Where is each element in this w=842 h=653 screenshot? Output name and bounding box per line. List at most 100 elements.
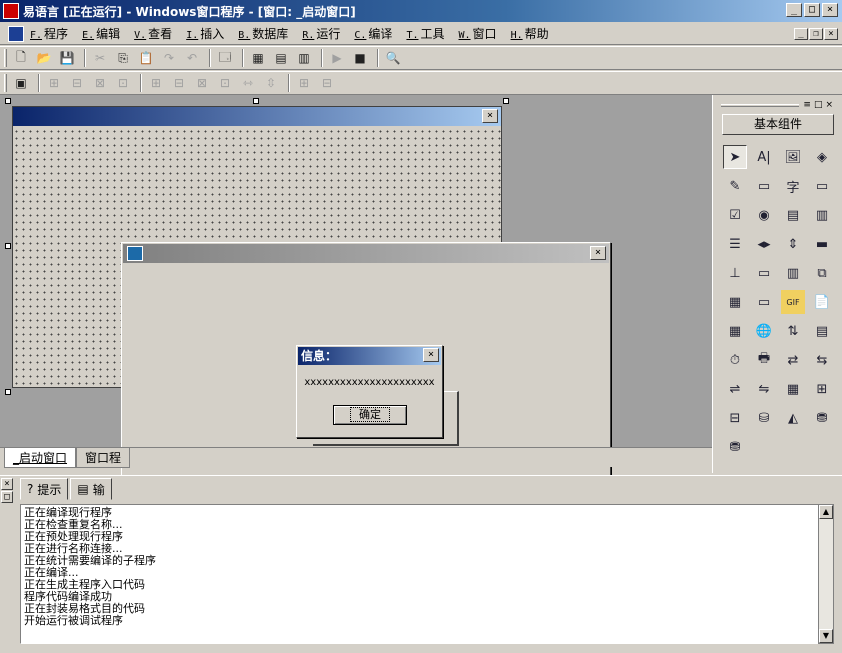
menu-edit[interactable]: E. 编辑 — [82, 25, 120, 42]
paste-icon[interactable]: 📋 — [136, 48, 156, 68]
layout3-icon[interactable]: ▥ — [294, 48, 314, 68]
app-icon[interactable] — [3, 3, 19, 19]
server-icon[interactable]: ⇋ — [752, 377, 776, 401]
text-icon[interactable]: 字 — [781, 174, 805, 198]
hscroll-icon[interactable]: ◂▸ — [752, 232, 776, 256]
align-top-icon[interactable]: ⊠ — [90, 73, 110, 93]
spin-icon[interactable]: ⇅ — [781, 319, 805, 343]
menu-tools[interactable]: T. 工具 — [406, 25, 444, 42]
tree-icon[interactable]: ⊞ — [810, 377, 834, 401]
output-scrollbar[interactable]: ▲ ▼ — [818, 504, 834, 644]
message-box-close-button[interactable]: × — [423, 348, 439, 362]
calendar-icon[interactable]: ▦ — [723, 290, 747, 314]
properties-icon[interactable]: ▣ — [11, 73, 31, 93]
gif-icon[interactable]: GIF — [781, 290, 805, 314]
progress-icon[interactable]: ▬ — [810, 232, 834, 256]
vscroll-icon[interactable]: ⇕ — [781, 232, 805, 256]
preview-icon[interactable]: 🗔 — [215, 48, 235, 68]
printer-icon[interactable]: 🖶 — [752, 348, 776, 372]
shape-icon[interactable]: ◈ — [810, 145, 834, 169]
find-icon[interactable]: 🔍 — [383, 48, 403, 68]
picture-icon[interactable]: 🖼 — [781, 145, 805, 169]
resize-handle[interactable] — [5, 243, 11, 249]
odbc-icon[interactable]: ⛃ — [810, 406, 834, 430]
mdi-close-button[interactable]: × — [824, 28, 838, 40]
document-icon[interactable]: 📄 — [810, 290, 834, 314]
globe-icon[interactable]: 🌐 — [752, 319, 776, 343]
undo-icon[interactable]: ↶ — [182, 48, 202, 68]
minimize-button[interactable]: _ — [786, 3, 802, 17]
tabs-icon[interactable]: ▭ — [752, 261, 776, 285]
network-icon[interactable]: ⇄ — [781, 348, 805, 372]
running-window-close-button[interactable]: × — [590, 246, 606, 260]
ok-button[interactable]: 确定 — [333, 405, 407, 425]
open-folder-icon[interactable]: 📂 — [34, 48, 54, 68]
db-icon[interactable]: ⛁ — [752, 406, 776, 430]
mdi-minimize-button[interactable]: _ — [794, 28, 808, 40]
button-icon[interactable]: ▭ — [810, 174, 834, 198]
new-file-icon[interactable]: 🗋 — [11, 48, 31, 68]
space-v-icon[interactable]: ⊡ — [215, 73, 235, 93]
output-text[interactable]: 正在编译现行程序 正在检查重复名称... 正在预处理现行程序 正在进行名称连接.… — [20, 504, 820, 644]
resize-handle[interactable] — [503, 98, 509, 104]
panel-menu-icon[interactable]: ≡ — [803, 100, 811, 110]
run-icon[interactable]: ▶ — [327, 48, 347, 68]
resize-handle[interactable] — [253, 98, 259, 104]
radio-icon[interactable]: ◉ — [752, 203, 776, 227]
db-tree-icon[interactable]: ⊟ — [723, 406, 747, 430]
layout2-icon[interactable]: ▤ — [271, 48, 291, 68]
checkbox-icon[interactable]: ☑ — [723, 203, 747, 227]
menu-view[interactable]: V. 查看 — [134, 25, 172, 42]
table-icon[interactable]: ▦ — [781, 377, 805, 401]
align-bottom-icon[interactable]: ⊡ — [113, 73, 133, 93]
timer-window-icon[interactable]: ⧉ — [810, 261, 834, 285]
form-close-button[interactable]: × — [482, 109, 498, 123]
stop-icon[interactable]: ■ — [350, 48, 370, 68]
slider-icon[interactable]: ⊥ — [723, 261, 747, 285]
menu-help[interactable]: H. 帮助 — [511, 25, 549, 42]
output-close-button[interactable]: × — [1, 478, 13, 490]
clock-icon[interactable]: ⏱ — [723, 348, 747, 372]
toolbar-icon[interactable]: ▥ — [781, 261, 805, 285]
components-panel-title[interactable]: 基本组件 — [722, 114, 834, 135]
document-icon[interactable] — [8, 25, 24, 42]
edit-icon[interactable]: ✎ — [723, 174, 747, 198]
distribute-v-icon[interactable]: ⇳ — [261, 73, 281, 93]
center-h-icon[interactable]: ⊞ — [146, 73, 166, 93]
listbox-icon[interactable]: ▥ — [810, 203, 834, 227]
resize-handle[interactable] — [5, 389, 11, 395]
redo-icon[interactable]: ↷ — [159, 48, 179, 68]
save-icon[interactable]: 💾 — [57, 48, 77, 68]
tab-hints[interactable]: ? 提示 — [20, 478, 69, 500]
label-icon[interactable]: A| — [752, 145, 776, 169]
maximize-button[interactable]: □ — [804, 3, 820, 17]
scroll-down-button[interactable]: ▼ — [819, 629, 833, 643]
layout1-icon[interactable]: ▦ — [248, 48, 268, 68]
grid-icon[interactable]: ▤ — [810, 319, 834, 343]
chart-icon[interactable]: ◭ — [781, 406, 805, 430]
odbc2-icon[interactable]: ⛃ — [723, 435, 747, 459]
menu-run[interactable]: R. 运行 — [302, 25, 340, 42]
menu-compile[interactable]: C. 编译 — [354, 25, 392, 42]
space-h-icon[interactable]: ⊠ — [192, 73, 212, 93]
menu-program[interactable]: F. 程序 — [30, 25, 68, 42]
tab-output[interactable]: ▤ 输 — [70, 478, 112, 500]
toolbar-grip[interactable] — [4, 49, 7, 67]
close-button[interactable]: × — [822, 3, 838, 17]
combobox-icon[interactable]: ▤ — [781, 203, 805, 227]
toolbar-grip[interactable] — [4, 74, 7, 92]
same-height-icon[interactable]: ⊟ — [317, 73, 337, 93]
scroll-up-button[interactable]: ▲ — [819, 505, 833, 519]
cut-icon[interactable]: ✂ — [90, 48, 110, 68]
panel-grip[interactable]: ≡ □ × — [721, 99, 833, 111]
color-picker-icon[interactable]: ▦ — [723, 319, 747, 343]
client-icon[interactable]: ⇌ — [723, 377, 747, 401]
distribute-h-icon[interactable]: ⇿ — [238, 73, 258, 93]
copy-icon[interactable]: ⎘ — [113, 48, 133, 68]
drive-icon[interactable]: ▭ — [752, 290, 776, 314]
align-right-icon[interactable]: ⊟ — [67, 73, 87, 93]
menu-insert[interactable]: I. 插入 — [186, 25, 224, 42]
pointer-icon[interactable]: ➤ — [723, 145, 747, 169]
menu-window[interactable]: W. 窗口 — [459, 25, 497, 42]
panel-float-icon[interactable]: □ — [814, 100, 823, 110]
